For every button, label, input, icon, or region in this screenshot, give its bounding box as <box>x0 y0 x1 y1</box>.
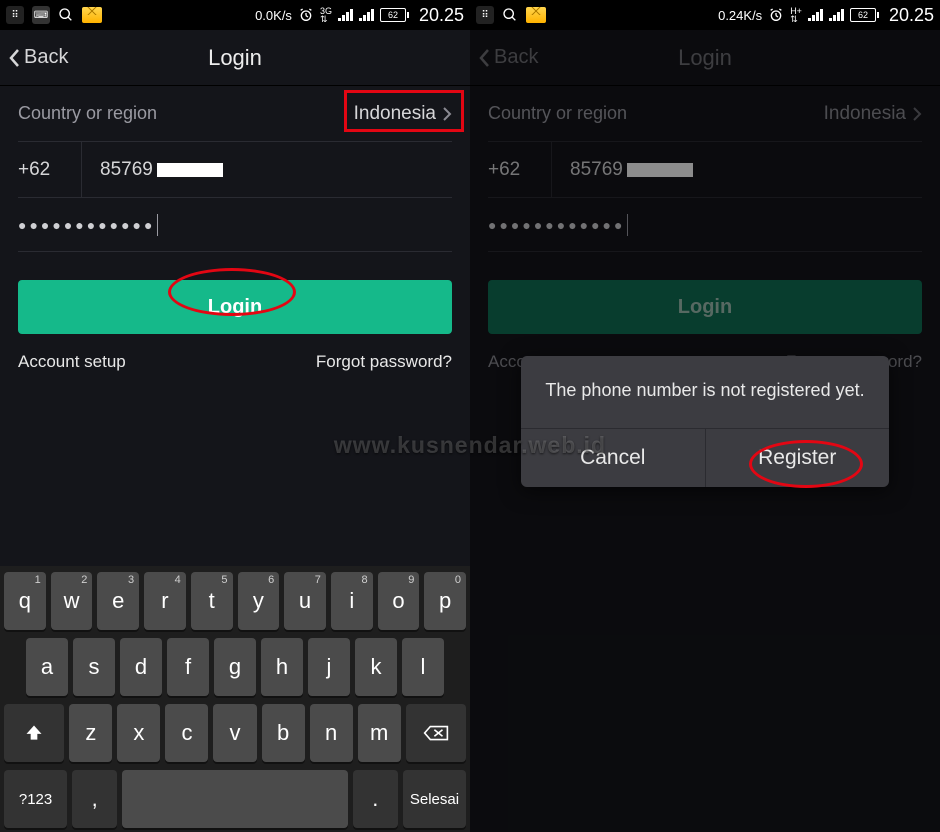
key-period[interactable]: . <box>353 770 398 828</box>
key-p[interactable]: p0 <box>424 572 466 630</box>
key-symbols[interactable]: ?123 <box>4 770 67 828</box>
key-z[interactable]: z <box>69 704 112 762</box>
bbm-icon: ⠿ <box>476 6 494 24</box>
key-q[interactable]: q1 <box>4 572 46 630</box>
key-done[interactable]: Selesai <box>403 770 466 828</box>
network-speed: 0.0K/s <box>255 8 292 23</box>
key-r[interactable]: r4 <box>144 572 186 630</box>
back-button[interactable]: Back <box>8 46 68 69</box>
forgot-password-link[interactable]: Forgot password? <box>316 352 452 372</box>
key-x[interactable]: x <box>117 704 160 762</box>
key-j[interactable]: j <box>308 638 350 696</box>
key-m[interactable]: m <box>358 704 401 762</box>
signal-icon-2 <box>829 9 844 21</box>
key-u[interactable]: u7 <box>284 572 326 630</box>
bbm-icon: ⠿ <box>6 6 24 24</box>
key-v[interactable]: v <box>213 704 256 762</box>
key-t[interactable]: t5 <box>191 572 233 630</box>
text-caret <box>157 214 158 236</box>
password-input[interactable]: ●●●●●●●●●●●● <box>18 198 452 252</box>
navbar: Back Login <box>0 30 470 86</box>
key-o[interactable]: o9 <box>378 572 420 630</box>
network-speed: 0.24K/s <box>718 8 762 23</box>
status-bar: ⠿ 0.24K/s H+⇅ 62 20.25 <box>470 0 940 30</box>
password-mask: ●●●●●●●●●●●● <box>18 217 155 233</box>
signal-icon <box>338 9 353 21</box>
country-value: Indonesia <box>354 103 436 125</box>
key-d[interactable]: d <box>120 638 162 696</box>
mail-icon <box>526 7 546 23</box>
phone-redacted <box>157 163 223 177</box>
key-g[interactable]: g <box>214 638 256 696</box>
search-icon <box>502 7 518 23</box>
screen-right: ⠿ 0.24K/s H+⇅ 62 20.25 Back Login Countr… <box>470 0 940 832</box>
key-n[interactable]: n <box>310 704 353 762</box>
mail-icon <box>82 7 102 23</box>
key-l[interactable]: l <box>402 638 444 696</box>
keyboard-indicator-icon: ⌨ <box>32 6 50 24</box>
page-title: Login <box>208 45 262 71</box>
clock: 20.25 <box>419 5 464 26</box>
key-s[interactable]: s <box>73 638 115 696</box>
key-w[interactable]: w2 <box>51 572 93 630</box>
key-b[interactable]: b <box>262 704 305 762</box>
account-setup-link[interactable]: Account setup <box>18 352 126 372</box>
signal-icon-2 <box>359 9 374 21</box>
phone-number-value: 85769 <box>100 159 153 181</box>
key-h[interactable]: h <box>261 638 303 696</box>
clock: 20.25 <box>889 5 934 26</box>
key-k[interactable]: k <box>355 638 397 696</box>
key-y[interactable]: y6 <box>238 572 280 630</box>
dialog-message: The phone number is not registered yet. <box>521 356 889 428</box>
status-bar: ⠿ ⌨ 0.0K/s 3G⇅ 62 20.25 <box>0 0 470 30</box>
network-type-icon: H+⇅ <box>790 7 802 23</box>
key-space[interactable] <box>122 770 348 828</box>
dialog-cancel-button[interactable]: Cancel <box>521 429 706 487</box>
country-selector[interactable]: Country or region Indonesia <box>18 86 452 142</box>
battery-icon: 62 <box>850 8 879 22</box>
key-e[interactable]: e3 <box>97 572 139 630</box>
back-label: Back <box>24 46 68 69</box>
key-backspace[interactable] <box>406 704 466 762</box>
signal-icon <box>808 9 823 21</box>
key-i[interactable]: i8 <box>331 572 373 630</box>
key-c[interactable]: c <box>165 704 208 762</box>
phone-input-row[interactable]: +62 85769 <box>18 142 452 198</box>
chevron-right-icon <box>442 106 452 122</box>
alarm-icon <box>298 7 314 23</box>
battery-icon: 62 <box>380 8 409 22</box>
login-button[interactable]: Login <box>18 280 452 334</box>
key-comma[interactable]: , <box>72 770 117 828</box>
alarm-icon <box>768 7 784 23</box>
register-dialog: The phone number is not registered yet. … <box>521 356 889 487</box>
country-label: Country or region <box>18 103 157 124</box>
screen-left: ⠿ ⌨ 0.0K/s 3G⇅ 62 20.25 Back Login Count… <box>0 0 470 832</box>
dialog-register-button[interactable]: Register <box>706 429 890 487</box>
dial-code: +62 <box>18 142 82 197</box>
key-shift[interactable] <box>4 704 64 762</box>
network-type-icon: 3G⇅ <box>320 7 332 23</box>
soft-keyboard: q1 w2 e3 r4 t5 y6 u7 i8 o9 p0 a s d f g … <box>0 566 470 832</box>
key-a[interactable]: a <box>26 638 68 696</box>
key-f[interactable]: f <box>167 638 209 696</box>
search-icon <box>58 7 74 23</box>
